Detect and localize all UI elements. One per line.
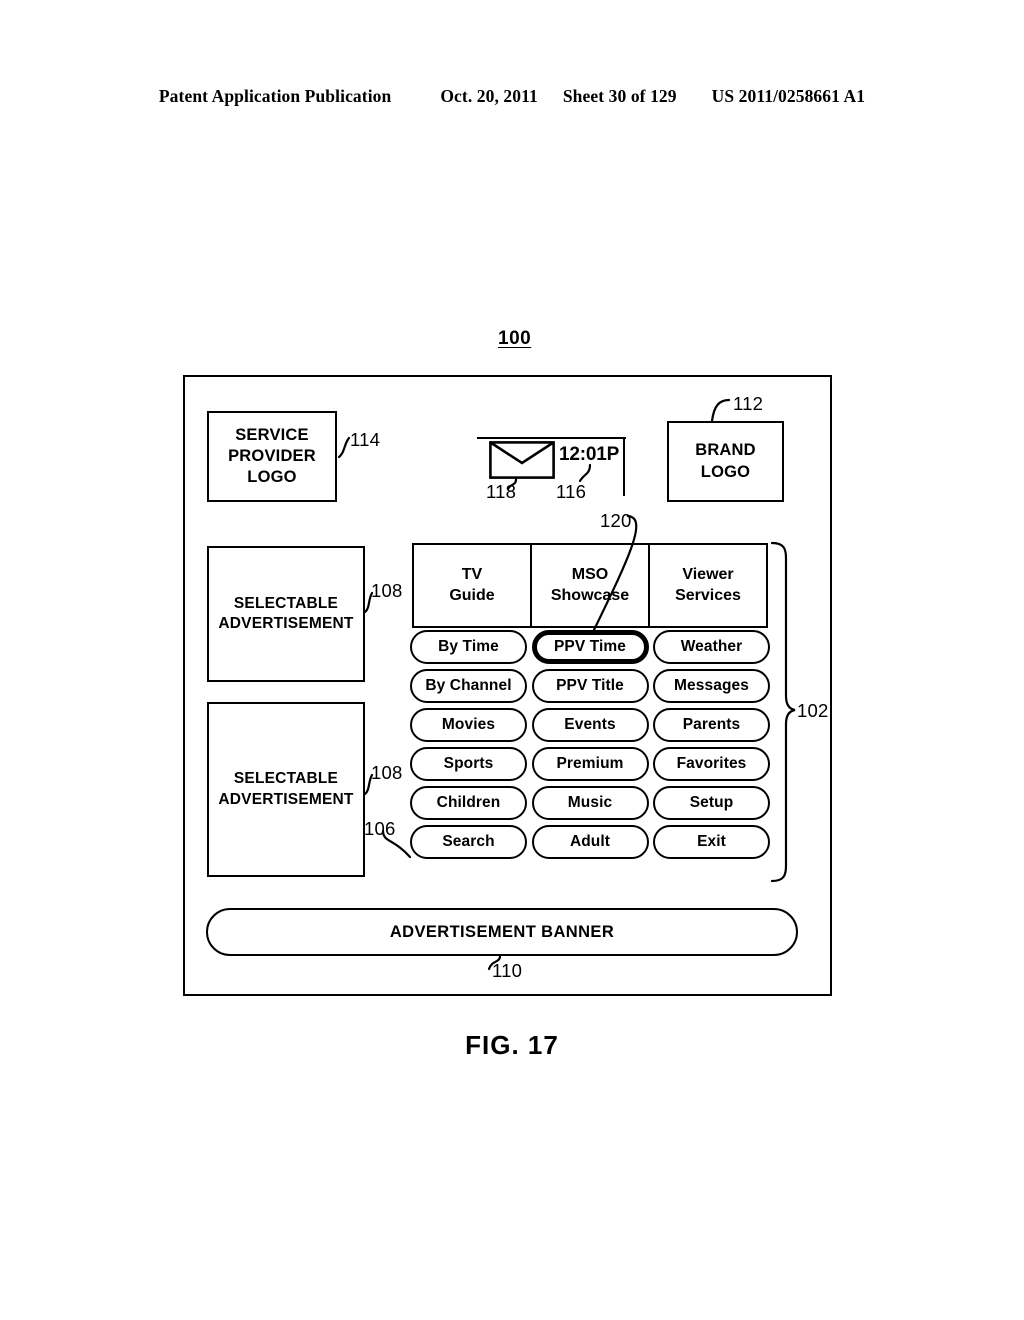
menu-button-premium[interactable]: Premium xyxy=(531,747,649,781)
menu-button-setup[interactable]: Setup xyxy=(653,786,770,820)
selectable-advertisement-2-line-2: ADVERTISEMENT xyxy=(218,790,354,808)
menu-button-adult[interactable]: Adult xyxy=(531,825,649,859)
reference-numeral-106: 106 xyxy=(364,818,396,839)
brand-logo-line-1: BRAND xyxy=(695,441,756,460)
selectable-advertisement-1[interactable]: SELECTABLE ADVERTISEMENT xyxy=(207,546,365,682)
reference-numeral-116: 116 xyxy=(556,481,587,502)
menu-button-grid: By Time PPV Time Weather By Channel PPV Titl… xyxy=(410,630,770,864)
service-provider-logo-box: SERVICE PROVIDER LOGO xyxy=(207,411,337,502)
reference-numeral-120: 120 xyxy=(600,510,632,531)
menu-button-events[interactable]: Events xyxy=(531,708,649,742)
menu-row: By Channel PPV Title Messages xyxy=(410,669,770,703)
service-provider-logo-line-3: LOGO xyxy=(247,468,297,487)
brand-logo-box: BRAND LOGO xyxy=(667,421,784,502)
menu-row: By Time PPV Time Weather xyxy=(410,630,770,664)
figure-caption: FIG. 17 xyxy=(465,1030,559,1060)
menu-button-movies[interactable]: Movies xyxy=(410,708,527,742)
menu-header-cell-2-line-1: Services xyxy=(675,586,741,604)
selectable-advertisement-1-line-2: ADVERTISEMENT xyxy=(218,615,354,632)
menu-header-row: TV Guide MSO Showcase Viewer Services xyxy=(412,543,768,628)
reference-numeral-100: 100 xyxy=(498,328,532,349)
menu-button-parents[interactable]: Parents xyxy=(653,708,770,742)
menu-header-cell-1-line-0: MSO xyxy=(571,565,609,583)
brand-logo-line-2: LOGO xyxy=(700,462,751,481)
reference-numeral-114: 114 xyxy=(350,429,381,450)
reference-numeral-108-lower: 108 xyxy=(371,762,403,783)
menu-button-children[interactable]: Children xyxy=(410,786,527,820)
menu-button-messages[interactable]: Messages xyxy=(653,669,770,703)
menu-button-sports[interactable]: Sports xyxy=(410,747,527,781)
menu-header-cell-0-line-1: Guide xyxy=(449,586,495,604)
service-provider-logo-line-1: SERVICE xyxy=(235,425,309,444)
menu-button-music[interactable]: Music xyxy=(531,786,649,820)
status-bar-divider xyxy=(623,437,625,496)
menu-header-cell-2[interactable]: Viewer Services xyxy=(650,545,766,626)
patent-header-sheet: Sheet 30 of 129 xyxy=(562,86,677,106)
menu-header-cell-0-line-0: TV xyxy=(461,565,483,583)
reference-numeral-110: 110 xyxy=(492,960,523,981)
status-bar-rule xyxy=(477,437,626,439)
patent-header-date: Oct. 20, 2011 xyxy=(440,86,538,106)
menu-button-by-time[interactable]: By Time xyxy=(410,630,527,664)
patent-header: Patent Application Publication Oct. 20, … xyxy=(0,86,1024,107)
menu-header-cell-1[interactable]: MSO Showcase xyxy=(532,545,650,626)
menu-header-cell-1-line-1: Showcase xyxy=(550,586,630,604)
menu-row: Search Adult Exit xyxy=(410,825,770,859)
menu-button-by-channel[interactable]: By Channel xyxy=(410,669,527,703)
menu-button-weather[interactable]: Weather xyxy=(653,630,770,664)
menu-button-ppv-title[interactable]: PPV Title xyxy=(531,669,649,703)
advertisement-banner[interactable]: ADVERTISEMENT BANNER xyxy=(206,908,798,956)
menu-button-favorites[interactable]: Favorites xyxy=(653,747,770,781)
selectable-advertisement-1-line-1: SELECTABLE xyxy=(233,594,339,612)
service-provider-logo-line-2: PROVIDER xyxy=(228,446,316,465)
reference-numeral-102: 102 xyxy=(797,700,829,721)
menu-button-search[interactable]: Search xyxy=(410,825,527,859)
selectable-advertisement-2[interactable]: SELECTABLE ADVERTISEMENT xyxy=(207,702,365,877)
reference-numeral-118: 118 xyxy=(486,481,517,502)
selectable-advertisement-2-line-1: SELECTABLE xyxy=(233,770,339,788)
patent-header-number: US 2011/0258661 A1 xyxy=(711,86,866,106)
envelope-icon xyxy=(489,441,555,479)
menu-header-cell-0[interactable]: TV Guide xyxy=(414,545,532,626)
patent-header-publication: Patent Application Publication xyxy=(158,86,392,106)
menu-header-cell-2-line-0: Viewer xyxy=(682,565,734,583)
menu-button-ppv-time[interactable]: PPV Time xyxy=(531,630,649,664)
menu-row: Movies Events Parents xyxy=(410,708,770,742)
menu-row: Sports Premium Favorites xyxy=(410,747,770,781)
reference-numeral-112: 112 xyxy=(733,393,764,414)
menu-button-exit[interactable]: Exit xyxy=(653,825,770,859)
clock-time: 12:01P xyxy=(559,444,620,465)
menu-row: Children Music Setup xyxy=(410,786,770,820)
reference-numeral-108-upper: 108 xyxy=(371,580,403,601)
